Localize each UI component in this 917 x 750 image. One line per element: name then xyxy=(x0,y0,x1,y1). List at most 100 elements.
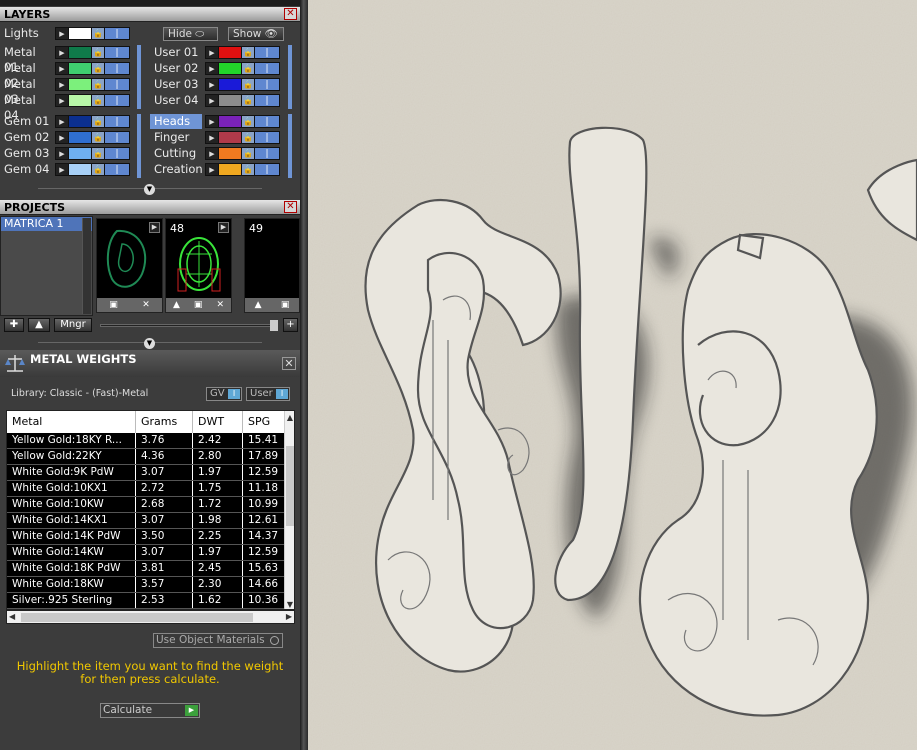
project-thumbnail[interactable]: ▶ ▣ ✕ xyxy=(96,218,163,313)
zoom-plus-button[interactable]: + xyxy=(283,318,298,332)
table-row[interactable]: White Gold:14KX1 3.07 1.98 12.61 xyxy=(7,513,286,529)
gv-toggle[interactable]: GV I xyxy=(206,387,242,401)
table-horizontal-scrollbar[interactable]: ◀ ▶ xyxy=(6,610,295,624)
layer-color-swatch[interactable] xyxy=(69,63,92,74)
visibility-icon[interactable]: | xyxy=(255,95,279,106)
lock-icon[interactable]: 🔒 xyxy=(92,79,105,90)
lock-icon[interactable]: 🔒 xyxy=(242,148,255,159)
layer-name[interactable]: Gem 04 xyxy=(0,162,52,177)
play-icon[interactable]: ▶ xyxy=(206,132,219,143)
user-toggle[interactable]: User I xyxy=(246,387,290,401)
thumbnail-size-slider[interactable] xyxy=(100,324,278,327)
layer-color-swatch[interactable] xyxy=(219,95,242,106)
lock-icon[interactable]: 🔒 xyxy=(92,47,105,58)
save-icon[interactable]: ▣ xyxy=(109,300,118,310)
upload-icon[interactable]: ▲ xyxy=(173,300,180,310)
upload-button[interactable]: ▲ xyxy=(28,318,50,332)
layer-name[interactable]: User 03 xyxy=(150,77,202,92)
visibility-icon[interactable]: | xyxy=(105,79,129,90)
radio-icon[interactable] xyxy=(270,636,279,645)
lights-color-swatch[interactable] xyxy=(69,28,92,39)
lock-icon[interactable]: 🔒 xyxy=(242,116,255,127)
visibility-icon[interactable]: | xyxy=(105,28,129,39)
lock-icon[interactable]: 🔒 xyxy=(92,164,105,175)
lock-icon[interactable]: 🔒 xyxy=(242,132,255,143)
table-row[interactable]: Silver:.925 Sterling 2.53 1.62 10.36 xyxy=(7,593,286,609)
table-row[interactable]: White Gold:18KW 3.57 2.30 14.66 xyxy=(7,577,286,593)
layers-close-button[interactable]: ✕ xyxy=(284,8,297,20)
table-vertical-scrollbar[interactable]: ▲ ▼ xyxy=(284,411,294,609)
lock-icon[interactable]: 🔒 xyxy=(92,63,105,74)
layer-name[interactable]: Finger xyxy=(150,130,202,145)
play-icon[interactable]: ▶ xyxy=(56,95,69,106)
lock-icon[interactable]: 🔒 xyxy=(242,95,255,106)
layer-color-swatch[interactable] xyxy=(69,47,92,58)
layer-name[interactable]: Cutting xyxy=(150,146,202,161)
play-icon[interactable]: ▶ xyxy=(206,148,219,159)
play-icon[interactable]: ▶ xyxy=(206,63,219,74)
layer-name[interactable]: Metal 03 xyxy=(0,77,52,106)
play-icon[interactable]: ▶ xyxy=(56,47,69,58)
play-icon[interactable]: ▶ xyxy=(218,222,229,233)
table-row[interactable]: Yellow Gold:22KY 4.36 2.80 17.89 xyxy=(7,449,286,465)
lock-icon[interactable]: 🔒 xyxy=(242,79,255,90)
layer-name[interactable]: User 04 xyxy=(150,93,202,108)
table-row[interactable]: White Gold:14K PdW 3.50 2.25 14.37 xyxy=(7,529,286,545)
lock-icon[interactable]: 🔒 xyxy=(242,63,255,74)
layer-name[interactable]: Metal 02 xyxy=(0,61,52,90)
layer-color-swatch[interactable] xyxy=(69,116,92,127)
layer-name[interactable]: Gem 02 xyxy=(0,130,52,145)
slider-handle[interactable] xyxy=(270,320,278,331)
table-row[interactable]: White Gold:9K PdW 3.07 1.97 12.59 xyxy=(7,465,286,481)
layer-color-swatch[interactable] xyxy=(69,95,92,106)
layer-name[interactable]: Metal 04 xyxy=(0,93,52,122)
project-thumbnail[interactable]: 48 ▶ ▲ ▣ ✕ xyxy=(165,218,232,313)
layer-name[interactable]: User 01 xyxy=(150,45,202,60)
play-icon[interactable]: ▶ xyxy=(56,79,69,90)
metal-weights-close-button[interactable]: ✕ xyxy=(282,357,296,370)
lock-icon[interactable]: 🔒 xyxy=(92,148,105,159)
layer-name[interactable]: User 02 xyxy=(150,61,202,76)
scrollbar-thumb[interactable] xyxy=(286,446,294,526)
project-item[interactable]: MATRICA 1 xyxy=(1,217,92,231)
layer-color-swatch[interactable] xyxy=(69,79,92,90)
scrollbar-thumb[interactable] xyxy=(21,613,253,622)
projects-close-button[interactable]: ✕ xyxy=(284,201,297,213)
table-row[interactable]: White Gold:10KX1 2.72 1.75 11.18 xyxy=(7,481,286,497)
visibility-icon[interactable]: | xyxy=(105,164,129,175)
play-icon[interactable]: ▶ xyxy=(149,222,160,233)
layer-name[interactable]: Metal 01 xyxy=(0,45,52,74)
delete-icon[interactable]: ✕ xyxy=(142,300,150,310)
layer-color-swatch[interactable] xyxy=(69,132,92,143)
layer-color-swatch[interactable] xyxy=(219,164,242,175)
layer-color-swatch[interactable] xyxy=(69,164,92,175)
table-row[interactable]: White Gold:18K PdW 3.81 2.45 15.63 xyxy=(7,561,286,577)
lock-icon[interactable]: 🔒 xyxy=(92,95,105,106)
show-button[interactable]: Show 👁 xyxy=(228,27,284,41)
projects-collapse-bar[interactable]: ▼ xyxy=(0,338,300,349)
delete-icon[interactable]: ✕ xyxy=(216,300,224,310)
project-list-scrollbar[interactable] xyxy=(82,218,91,314)
lock-icon[interactable]: 🔒 xyxy=(242,164,255,175)
visibility-icon[interactable]: | xyxy=(255,47,279,58)
play-icon[interactable]: ▶ xyxy=(206,47,219,58)
layers-collapse-bar[interactable]: ▼ xyxy=(0,184,300,195)
layer-color-swatch[interactable] xyxy=(219,79,242,90)
column-header-spg[interactable]: SPG xyxy=(243,411,286,433)
column-header-dwt[interactable]: DWT xyxy=(193,411,243,433)
visibility-icon[interactable]: | xyxy=(255,116,279,127)
visibility-icon[interactable]: | xyxy=(255,164,279,175)
table-row[interactable]: Yellow Gold:18KY R... 3.76 2.42 15.41 xyxy=(7,433,286,449)
play-icon[interactable]: ▶ xyxy=(206,116,219,127)
layer-name[interactable]: Heads xyxy=(150,114,202,129)
visibility-icon[interactable]: | xyxy=(105,47,129,58)
play-icon[interactable]: ▶ xyxy=(56,148,69,159)
layer-color-swatch[interactable] xyxy=(219,116,242,127)
layer-color-swatch[interactable] xyxy=(69,148,92,159)
add-project-button[interactable]: ✚ xyxy=(4,318,24,332)
lock-icon[interactable]: 🔒 xyxy=(92,28,105,39)
3d-viewport[interactable] xyxy=(308,0,917,750)
column-header-grams[interactable]: Grams xyxy=(136,411,193,433)
play-icon[interactable]: ▶ xyxy=(185,705,198,716)
visibility-icon[interactable]: | xyxy=(105,116,129,127)
